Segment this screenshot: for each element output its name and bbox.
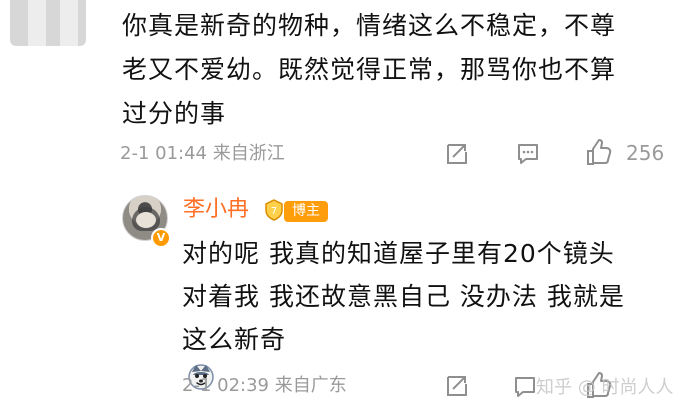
reply-text: 对的呢 我真的知道屋子里有20个镜头 对着我 我还故意黑自己 没办法 我就是 这… bbox=[182, 232, 677, 391]
reply-line-2: 对着我 我还故意黑自己 没办法 我就是 bbox=[182, 282, 625, 311]
comment-1-line-2: 老又不爱幼。既然觉得正常，那骂你也不算 bbox=[122, 55, 617, 84]
reply-line-1: 对的呢 我真的知道屋子里有20个镜头 bbox=[182, 239, 615, 268]
blurred-avatar[interactable] bbox=[10, 0, 86, 46]
reply-meta: 2-1 02:39 来自广东 bbox=[182, 375, 347, 396]
comment-icon[interactable] bbox=[512, 374, 538, 400]
share-icon[interactable] bbox=[443, 141, 469, 167]
reply-line-3-text: 这么新奇 bbox=[182, 325, 287, 354]
comment-1-text: 你真是新奇的物种，情绪这么不稳定，不尊 老又不爱幼。既然觉得正常，那骂你也不算 … bbox=[122, 4, 682, 136]
comment-1-line-1: 你真是新奇的物种，情绪这么不稳定，不尊 bbox=[122, 11, 617, 40]
blogger-badge: 博主 bbox=[284, 201, 328, 222]
verified-icon: V bbox=[151, 228, 171, 248]
level-label: 7 bbox=[271, 206, 277, 217]
watermark: 知乎 @ 时尚人人 bbox=[536, 377, 674, 398]
comment-1-meta: 2-1 01:44 来自浙江 bbox=[120, 143, 285, 164]
share-icon[interactable] bbox=[443, 373, 469, 399]
comment-1-line-3: 过分的事 bbox=[122, 99, 227, 128]
username[interactable]: 李小冉 bbox=[183, 196, 249, 224]
like-icon[interactable] bbox=[584, 138, 614, 168]
level-badge-icon: 7 bbox=[264, 199, 284, 221]
comment-icon[interactable] bbox=[515, 141, 541, 167]
like-count: 256 bbox=[626, 141, 665, 165]
